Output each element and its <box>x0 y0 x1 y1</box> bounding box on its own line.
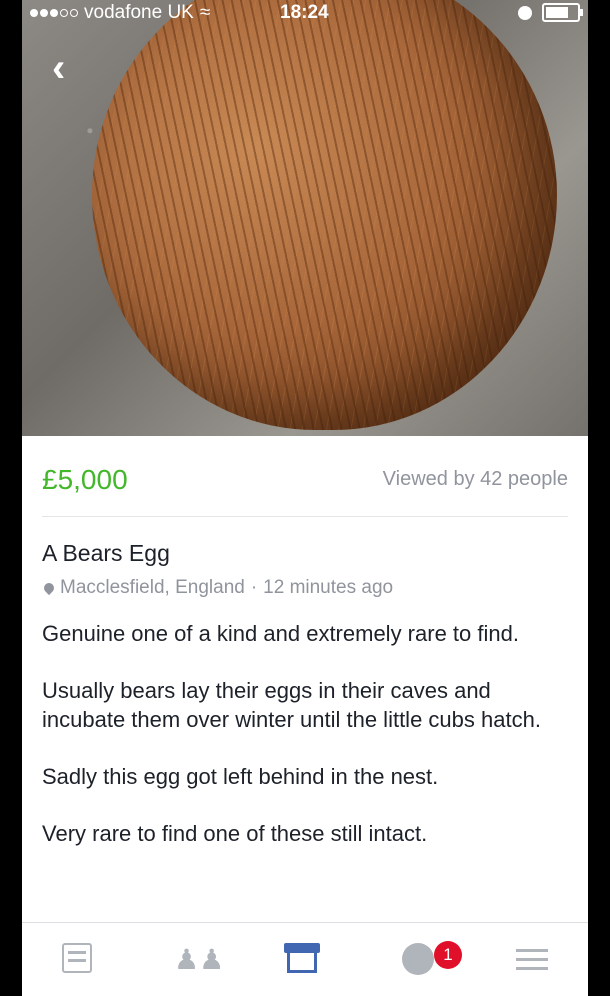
location-pin-icon <box>41 580 57 596</box>
item-meta: Macclesfield, England · 12 minutes ago <box>41 577 568 599</box>
status-bar: vodafone UK ≈ 18:24 <box>22 0 588 26</box>
carrier-name: vodafone UK <box>84 2 194 23</box>
description-paragraph: Genuine one of a kind and extremely rare… <box>42 621 519 646</box>
wifi-icon: ≈ <box>199 2 211 23</box>
tab-notifications[interactable] <box>402 943 436 977</box>
notification-badge: 1 <box>434 941 462 969</box>
item-price: £5,000 <box>42 464 128 495</box>
description-paragraph: Very rare to find one of these still int… <box>42 821 428 846</box>
item-title: A Bears Egg <box>42 540 170 566</box>
posted-time: 12 minutes ago <box>263 577 394 598</box>
status-right <box>518 3 583 22</box>
description-paragraph: Usually bears lay their eggs in their ca… <box>42 678 541 732</box>
description-paragraph: Sadly this egg got left behind in the ne… <box>42 764 439 789</box>
status-left: vodafone UK ≈ <box>30 0 210 26</box>
bottom-tab-bar: ♟♟ 1 <box>22 922 588 996</box>
friends-icon: ♟♟ <box>174 944 225 975</box>
news-feed-icon <box>62 943 92 973</box>
price-row: £5,000 Viewed by 42 people <box>42 436 568 517</box>
marketplace-item-screen: vodafone UK ≈ 18:24 ‹ £5,000 Viewed by 4… <box>22 0 588 996</box>
hamburger-menu-icon <box>516 949 550 970</box>
view-count: Viewed by 42 people <box>382 468 568 490</box>
tab-marketplace[interactable] <box>284 943 322 977</box>
tab-menu[interactable] <box>516 943 550 977</box>
item-location[interactable]: Macclesfield, England <box>60 577 245 599</box>
tab-friends[interactable]: ♟♟ <box>174 943 224 977</box>
listing-details: A Bears Egg Macclesfield, England · 12 m… <box>41 540 568 876</box>
signal-strength-icon <box>30 9 78 17</box>
battery-icon <box>542 3 583 22</box>
clock: 18:24 <box>280 2 329 23</box>
back-chevron-icon[interactable]: ‹ <box>52 48 84 88</box>
meta-separator: · <box>250 577 258 598</box>
marketplace-icon <box>284 943 320 953</box>
coconut-image <box>92 0 557 430</box>
tab-news-feed[interactable] <box>62 943 96 977</box>
alarm-icon <box>518 5 532 20</box>
globe-icon <box>402 943 434 975</box>
item-photo[interactable] <box>22 0 588 436</box>
